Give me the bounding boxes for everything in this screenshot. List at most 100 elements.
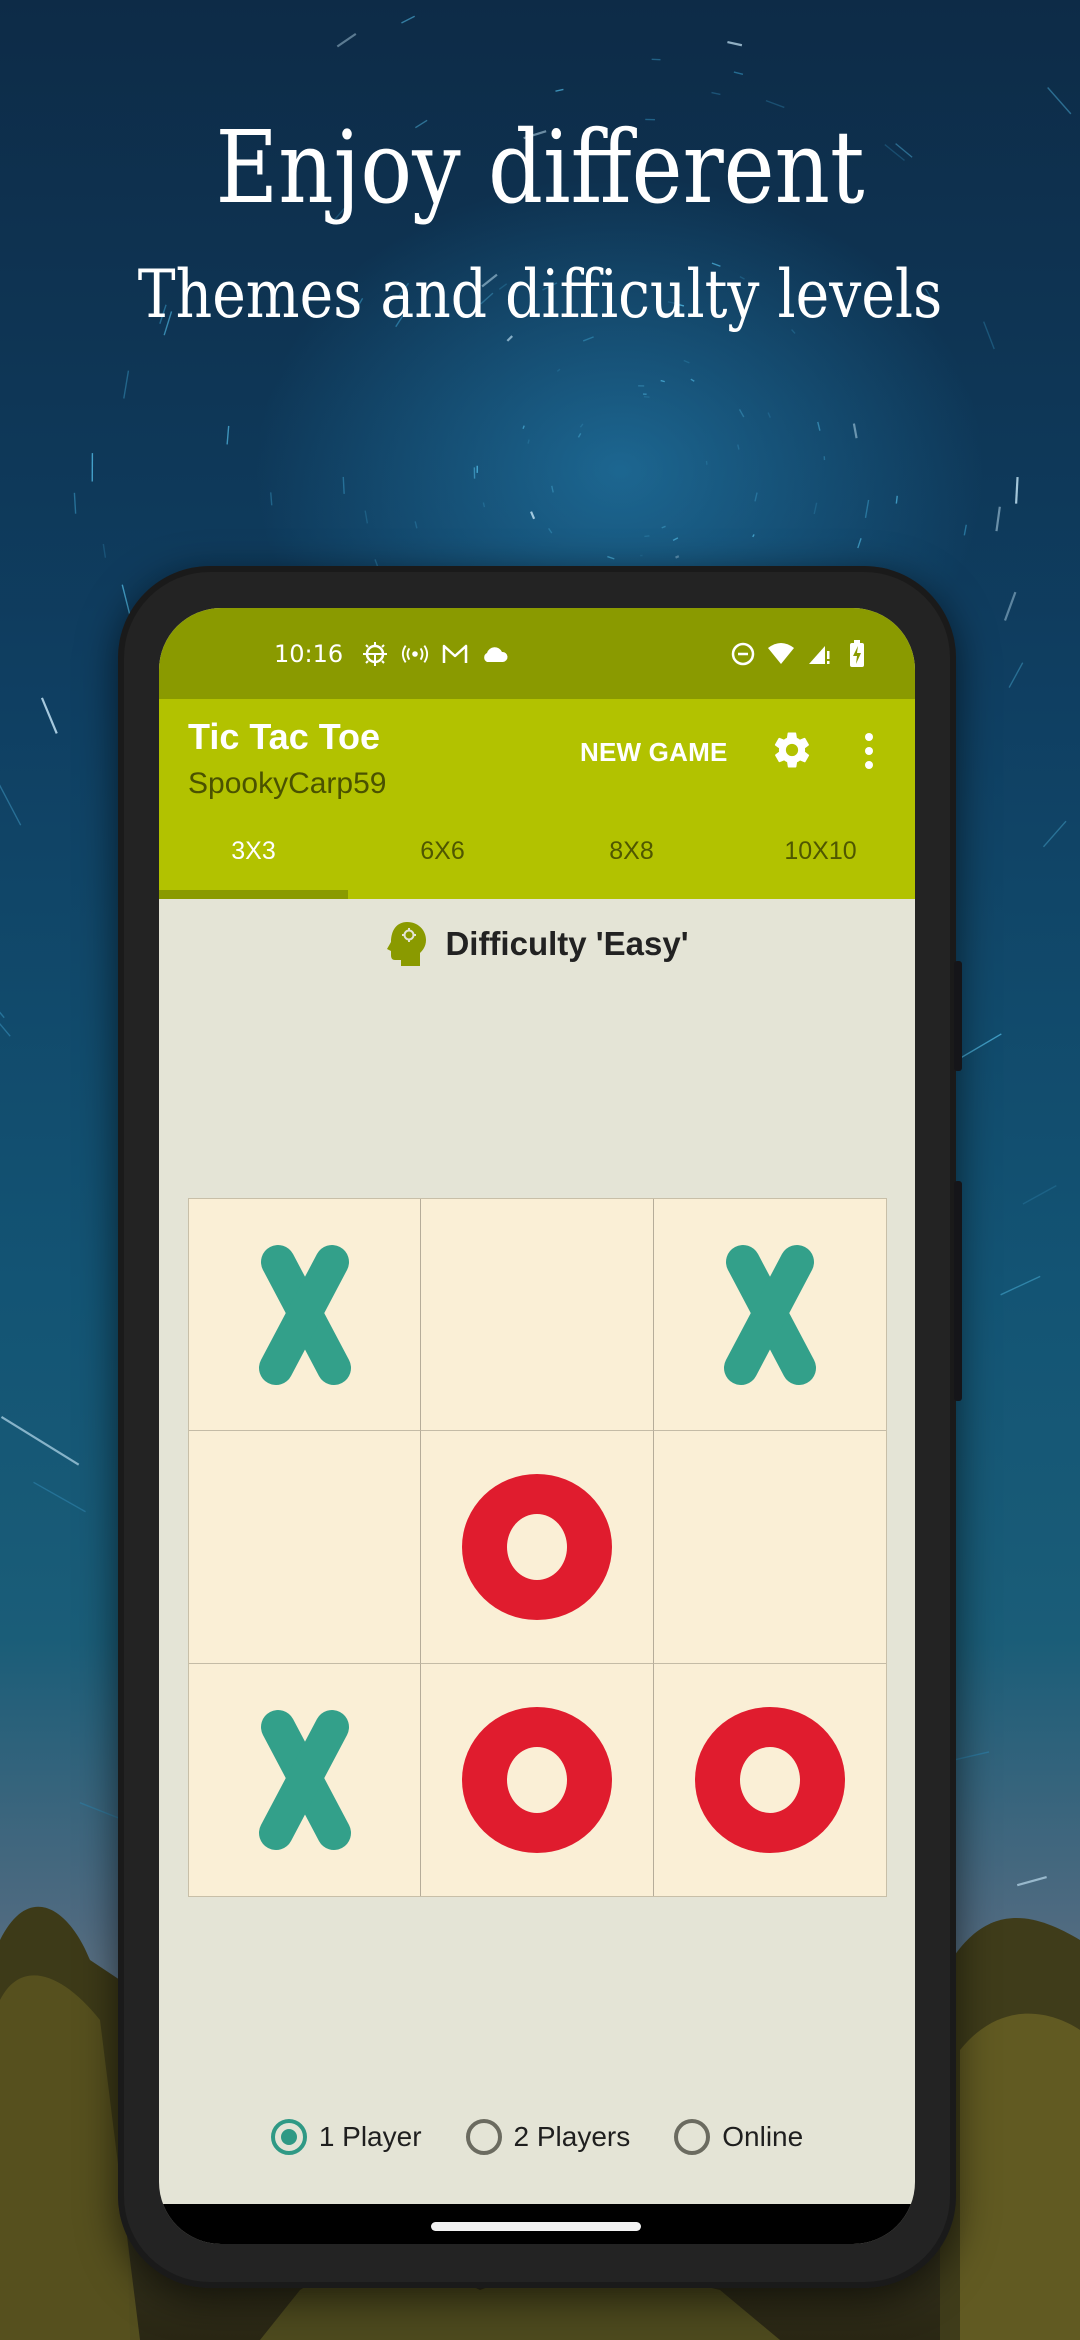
star-trail (102, 543, 107, 558)
star-trail (752, 534, 755, 538)
app-bar: Tic Tac Toe SpookyCarp59 NEW GAME (159, 699, 915, 820)
star-trail (1042, 820, 1067, 848)
radio-2-players[interactable] (465, 2119, 502, 2155)
star-trail (73, 492, 77, 514)
star-trail (482, 502, 486, 508)
star-trail (643, 396, 650, 398)
star-trail (864, 499, 870, 519)
star-trail (555, 88, 564, 92)
board-cell-1-2[interactable] (653, 1431, 886, 1664)
radio-online[interactable] (674, 2119, 711, 2155)
power-button (954, 1181, 962, 1401)
star-trail (0, 1415, 80, 1466)
star-trail (727, 40, 743, 47)
star-trail (40, 697, 58, 734)
star-trail (852, 423, 858, 439)
star-trail (1003, 591, 1017, 621)
hotspot-broadcast-icon (401, 640, 429, 668)
board-cell-0-1[interactable] (421, 1199, 654, 1432)
star-trail (270, 492, 273, 506)
mode-label: 1 Player (318, 2121, 422, 2152)
star-trail (607, 555, 615, 560)
star-trail (995, 506, 1001, 532)
mode-label: 2 Players (513, 2121, 631, 2152)
star-trail (737, 444, 740, 450)
star-trail (765, 99, 785, 109)
board-cell-1-1[interactable] (421, 1431, 654, 1664)
promo-subheadline: Themes and difficulty levels (137, 256, 943, 333)
x-mark (723, 1244, 816, 1385)
x-mark (258, 1709, 351, 1850)
tab-3x3[interactable]: 3X3 (159, 820, 348, 899)
board-cell-0-0[interactable] (189, 1199, 422, 1432)
o-mark (461, 1473, 612, 1620)
tab-10x10[interactable]: 10X10 (726, 820, 915, 899)
star-trail (857, 538, 862, 549)
more-vertical-icon[interactable] (859, 729, 879, 773)
navigation-bar (159, 2204, 915, 2244)
star-trail (522, 425, 525, 430)
star-trail (336, 32, 357, 48)
star-trail (660, 379, 665, 383)
star-trail (401, 15, 416, 24)
status-time: 10:16 (274, 639, 344, 668)
player-name: SpookyCarp59 (188, 767, 387, 800)
wifi-icon (767, 640, 795, 668)
star-trail (738, 409, 745, 418)
mode-online[interactable]: Online (674, 2119, 803, 2155)
difficulty-indicator[interactable]: Difficulty 'Easy' (159, 920, 915, 968)
star-trail (364, 510, 369, 524)
game-mode-selector: 1 Player 2 Players Online (159, 2119, 915, 2155)
star-trail (226, 425, 230, 445)
radio-1-player[interactable] (270, 2119, 307, 2155)
tab-indicator (159, 890, 348, 899)
star-trail (733, 71, 744, 76)
star-trail (33, 1481, 86, 1513)
cloud-icon (481, 640, 509, 668)
home-gesture-handle[interactable] (431, 2222, 641, 2231)
do-not-disturb-icon (729, 640, 757, 668)
app-title: Tic Tac Toe (188, 716, 381, 757)
promo-headline: Enjoy different (215, 109, 865, 226)
board-cell-2-2[interactable] (654, 1664, 886, 1896)
difficulty-label: Difficulty 'Easy' (445, 925, 689, 962)
phone-frame: 10:16 Tic Tac Toe SpookyCarp59 NEW GAME … (118, 566, 962, 2288)
star-trail (644, 535, 650, 538)
game-board (188, 1198, 887, 1897)
star-trail (1008, 662, 1024, 688)
star-trail (1015, 476, 1019, 504)
volume-button (954, 961, 962, 1071)
star-trail (582, 336, 594, 342)
gmail-icon (441, 640, 469, 668)
star-trail (672, 537, 679, 541)
star-trail (1047, 87, 1072, 115)
star-trail (121, 584, 131, 615)
star-trail (1016, 1875, 1047, 1887)
gear-icon[interactable] (771, 729, 813, 771)
board-cell-0-2[interactable] (653, 1199, 886, 1432)
phone-screen: 10:16 Tic Tac Toe SpookyCarp59 NEW GAME … (159, 608, 915, 2244)
star-trail (551, 485, 554, 493)
star-trail (556, 368, 561, 372)
mode-2-players[interactable]: 2 Players (465, 2119, 631, 2155)
star-trail (1022, 1184, 1057, 1205)
board-cell-2-0[interactable] (189, 1663, 422, 1896)
mode-1-player[interactable]: 1 Player (270, 2119, 422, 2155)
star-trail (530, 511, 536, 520)
board-cell-1-0[interactable] (189, 1431, 422, 1664)
star-trail (0, 784, 22, 826)
board-cell-2-1[interactable] (421, 1663, 654, 1896)
status-bar: 10:16 (159, 608, 915, 699)
star-trail (675, 555, 680, 559)
star-trail (579, 423, 584, 428)
star-trail (0, 1023, 11, 1037)
new-game-button[interactable]: NEW GAME (580, 737, 727, 768)
star-trail (661, 525, 666, 529)
star-trail (817, 421, 821, 431)
star-trail (683, 359, 690, 364)
star-trail (767, 412, 771, 418)
star-trail (342, 476, 345, 494)
tab-6x6[interactable]: 6X6 (348, 820, 537, 899)
tab-8x8[interactable]: 8X8 (537, 820, 726, 899)
star-trail (506, 335, 513, 342)
